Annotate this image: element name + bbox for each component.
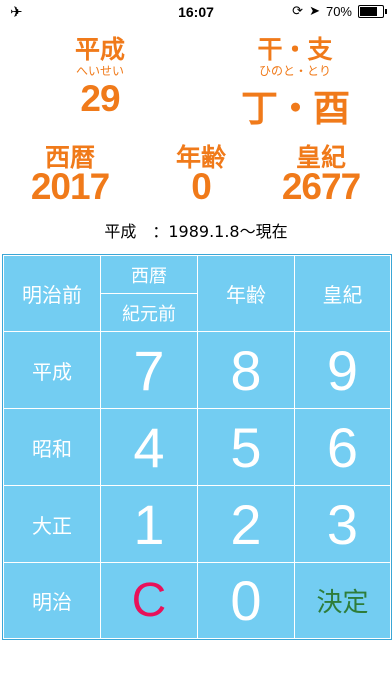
era-range: 平成 ：1989.1.8〜現在 bbox=[104, 222, 288, 241]
digit-9-button[interactable]: 9 bbox=[294, 331, 391, 409]
battery-icon bbox=[358, 4, 387, 18]
status-right: ⟳ ➤ 70% bbox=[292, 3, 387, 19]
digit-2-button[interactable]: 2 bbox=[197, 485, 295, 563]
seireki-kigenzen-group: 西暦 紀元前 bbox=[100, 255, 198, 332]
age-value: 0 bbox=[191, 166, 212, 207]
digit-0-button[interactable]: 0 bbox=[197, 562, 295, 639]
kigenzen-button[interactable]: 紀元前 bbox=[101, 294, 197, 331]
taisho-button[interactable]: 大正 bbox=[3, 485, 101, 563]
meiji-zen-button[interactable]: 明治前 bbox=[3, 255, 101, 332]
eto-label: 干・支 bbox=[257, 35, 333, 64]
era-year: 29 bbox=[80, 78, 120, 119]
digit-6-button[interactable]: 6 bbox=[294, 408, 391, 486]
keypad: 明治前 西暦 紀元前 年齢 皇紀 平成 7 8 9 昭和 4 5 6 大正 1 … bbox=[2, 254, 392, 640]
decide-button[interactable]: 決定 bbox=[294, 562, 391, 639]
digit-5-button[interactable]: 5 bbox=[197, 408, 295, 486]
eto-reading: ひのと・とり bbox=[258, 64, 331, 78]
digit-1-button[interactable]: 1 bbox=[100, 485, 198, 563]
battery-percent: 70% bbox=[325, 3, 352, 19]
showa-button[interactable]: 昭和 bbox=[3, 408, 101, 486]
digit-8-button[interactable]: 8 bbox=[197, 331, 295, 409]
digit-7-button[interactable]: 7 bbox=[100, 331, 198, 409]
koki-button[interactable]: 皇紀 bbox=[294, 255, 391, 332]
era-reading: へいせい bbox=[75, 64, 124, 78]
clear-button[interactable]: C bbox=[100, 562, 198, 639]
eto-value: 丁・酉 bbox=[241, 88, 350, 129]
koki-value: 2677 bbox=[281, 166, 361, 207]
seireki-button[interactable]: 西暦 bbox=[101, 256, 197, 294]
heisei-button[interactable]: 平成 bbox=[3, 331, 101, 409]
seireki-value: 2017 bbox=[30, 166, 110, 207]
lock-rotation-icon: ⟳ bbox=[292, 3, 304, 18]
digit-4-button[interactable]: 4 bbox=[100, 408, 198, 486]
digit-3-button[interactable]: 3 bbox=[294, 485, 391, 563]
era-label: 平成 bbox=[74, 35, 125, 64]
status-bar: ✈ 16:07 ⟳ ➤ 70% bbox=[0, 0, 392, 24]
age-button[interactable]: 年齢 bbox=[197, 255, 295, 332]
meiji-button[interactable]: 明治 bbox=[3, 562, 101, 639]
location-icon: ➤ bbox=[309, 3, 320, 18]
